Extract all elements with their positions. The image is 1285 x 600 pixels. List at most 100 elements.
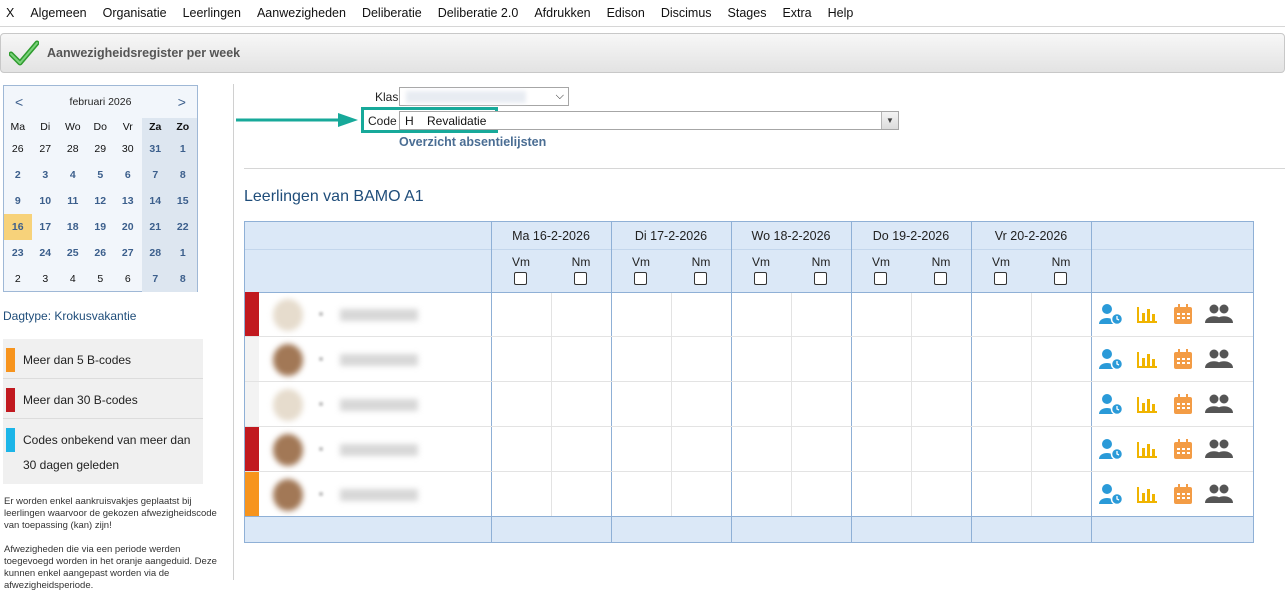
menu-item-algemeen[interactable]: Algemeen — [30, 6, 86, 20]
calendar-day[interactable]: 8 — [169, 162, 197, 188]
calendar-day[interactable]: 7 — [141, 162, 169, 188]
select-all-checkbox[interactable] — [754, 272, 767, 285]
calendar-day[interactable]: 27 — [32, 136, 60, 162]
bar-chart-icon[interactable] — [1129, 436, 1165, 462]
select-all-checkbox[interactable] — [814, 272, 827, 285]
user-clock-icon[interactable] — [1093, 481, 1129, 507]
calendar-day[interactable]: 27 — [114, 240, 142, 266]
row-divider — [245, 426, 1253, 427]
menu-item-stages[interactable]: Stages — [728, 6, 767, 20]
calendar-day[interactable]: 11 — [59, 188, 87, 214]
prev-month-button[interactable]: < — [15, 94, 23, 110]
calendar-icon[interactable] — [1165, 301, 1201, 327]
calendar-day[interactable]: 3 — [32, 162, 60, 188]
bar-chart-icon[interactable] — [1129, 481, 1165, 507]
menu-item-extra[interactable]: Extra — [782, 6, 811, 20]
student-name-redacted[interactable] — [340, 399, 418, 411]
calendar-day[interactable]: 18 — [59, 214, 87, 240]
calendar-day[interactable]: 7 — [141, 266, 169, 292]
calendar-day[interactable]: 30 — [114, 136, 142, 162]
calendar-day[interactable]: 3 — [32, 266, 60, 292]
menu-item-help[interactable]: Help — [828, 6, 854, 20]
calendar-day[interactable]: 31 — [141, 136, 169, 162]
select-all-checkbox[interactable] — [634, 272, 647, 285]
calendar-day[interactable]: 2 — [4, 162, 32, 188]
calendar-day[interactable]: 6 — [114, 266, 142, 292]
calendar-icon[interactable] — [1165, 346, 1201, 372]
code-select[interactable]: H Revalidatie ▼ — [399, 111, 899, 130]
calendar-day[interactable]: 19 — [87, 214, 115, 240]
calendar-icon[interactable] — [1165, 436, 1201, 462]
calendar-day[interactable]: 4 — [59, 266, 87, 292]
calendar-day[interactable]: 25 — [59, 240, 87, 266]
student-name-redacted[interactable] — [340, 444, 418, 456]
calendar-day[interactable]: 4 — [59, 162, 87, 188]
calendar-day[interactable]: 1 — [169, 136, 197, 162]
overview-absence-lists-link[interactable]: Overzicht absentielijsten — [399, 135, 546, 149]
select-all-checkbox[interactable] — [994, 272, 1007, 285]
student-name-redacted[interactable] — [340, 354, 418, 366]
select-all-checkbox[interactable] — [1054, 272, 1067, 285]
calendar-day[interactable]: 1 — [169, 240, 197, 266]
calendar-day[interactable]: 24 — [32, 240, 60, 266]
menu-item-leerlingen[interactable]: Leerlingen — [183, 6, 241, 20]
calendar-day[interactable]: 20 — [114, 214, 142, 240]
student-marker — [319, 447, 323, 451]
calendar-day[interactable]: 2 — [4, 266, 32, 292]
users-icon[interactable] — [1201, 391, 1237, 417]
menu-item-discimus[interactable]: Discimus — [661, 6, 712, 20]
users-icon[interactable] — [1201, 481, 1237, 507]
calendar-day[interactable]: 28 — [141, 240, 169, 266]
bar-chart-icon[interactable] — [1129, 301, 1165, 327]
calendar-day[interactable]: 16 — [4, 214, 32, 240]
calendar-day[interactable]: 28 — [59, 136, 87, 162]
calendar-day[interactable]: 6 — [114, 162, 142, 188]
select-all-checkbox[interactable] — [934, 272, 947, 285]
calendar-day[interactable]: 21 — [141, 214, 169, 240]
menu-item-x[interactable]: X — [6, 6, 14, 20]
calendar-day[interactable]: 8 — [169, 266, 197, 292]
dropdown-arrow-icon[interactable]: ▼ — [881, 112, 898, 129]
calendar-day[interactable]: 5 — [87, 266, 115, 292]
student-name-redacted[interactable] — [340, 489, 418, 501]
menu-item-deliberatie-2-0[interactable]: Deliberatie 2.0 — [438, 6, 519, 20]
code-select-value: H Revalidatie — [405, 114, 487, 128]
users-icon[interactable] — [1201, 436, 1237, 462]
calendar-day[interactable]: 22 — [169, 214, 197, 240]
calendar-day[interactable]: 10 — [32, 188, 60, 214]
select-all-checkbox[interactable] — [694, 272, 707, 285]
users-icon[interactable] — [1201, 301, 1237, 327]
user-clock-icon[interactable] — [1093, 346, 1129, 372]
next-month-button[interactable]: > — [178, 94, 186, 110]
student-status-bar — [245, 292, 259, 336]
user-clock-icon[interactable] — [1093, 436, 1129, 462]
calendar-day[interactable]: 12 — [87, 188, 115, 214]
klas-select[interactable]: ⌵ — [399, 87, 569, 106]
menu-item-aanwezigheden[interactable]: Aanwezigheden — [257, 6, 346, 20]
calendar-day[interactable]: 29 — [87, 136, 115, 162]
calendar-day[interactable]: 26 — [87, 240, 115, 266]
menu-item-organisatie[interactable]: Organisatie — [103, 6, 167, 20]
calendar-day[interactable]: 9 — [4, 188, 32, 214]
calendar-day[interactable]: 13 — [114, 188, 142, 214]
calendar-day[interactable]: 26 — [4, 136, 32, 162]
calendar-day[interactable]: 23 — [4, 240, 32, 266]
users-icon[interactable] — [1201, 346, 1237, 372]
menu-item-deliberatie[interactable]: Deliberatie — [362, 6, 422, 20]
select-all-checkbox[interactable] — [874, 272, 887, 285]
student-name-redacted[interactable] — [340, 309, 418, 321]
user-clock-icon[interactable] — [1093, 391, 1129, 417]
calendar-icon[interactable] — [1165, 391, 1201, 417]
select-all-checkbox[interactable] — [514, 272, 527, 285]
user-clock-icon[interactable] — [1093, 301, 1129, 327]
select-all-checkbox[interactable] — [574, 272, 587, 285]
bar-chart-icon[interactable] — [1129, 391, 1165, 417]
menu-item-afdrukken[interactable]: Afdrukken — [534, 6, 590, 20]
calendar-day[interactable]: 15 — [169, 188, 197, 214]
menu-item-edison[interactable]: Edison — [607, 6, 645, 20]
calendar-day[interactable]: 14 — [141, 188, 169, 214]
bar-chart-icon[interactable] — [1129, 346, 1165, 372]
calendar-day[interactable]: 5 — [87, 162, 115, 188]
calendar-day[interactable]: 17 — [32, 214, 60, 240]
calendar-icon[interactable] — [1165, 481, 1201, 507]
